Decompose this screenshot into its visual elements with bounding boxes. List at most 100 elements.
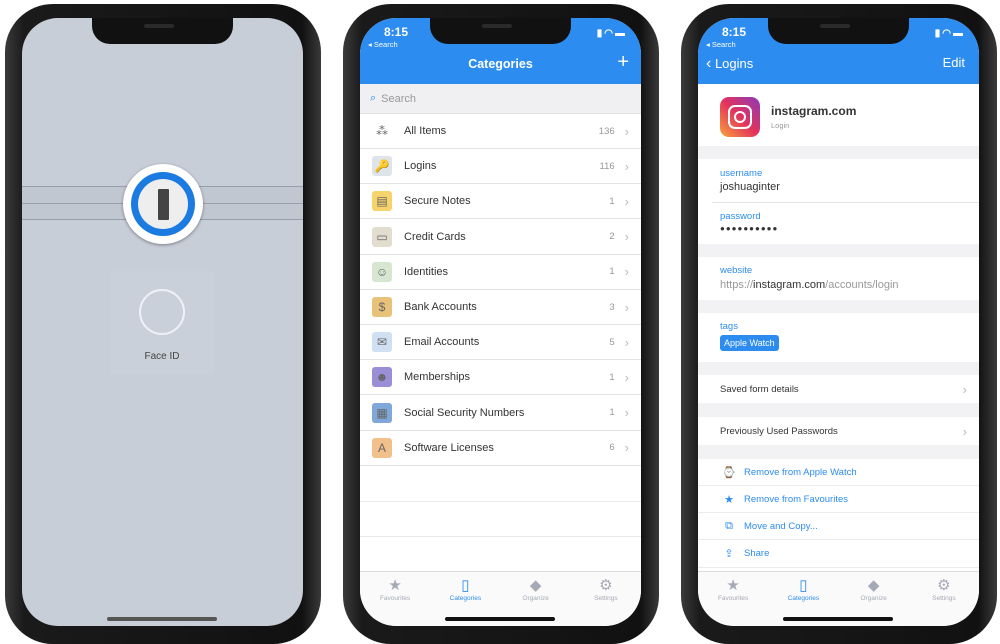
back-button[interactable]: ‹ Logins (706, 55, 753, 73)
tags-section: tags Apple Watch (698, 313, 979, 362)
notch (430, 18, 571, 44)
category-label: Email Accounts (404, 336, 480, 349)
instagram-icon (720, 97, 760, 137)
category-row[interactable]: ▦ Social Security Numbers 1 › (360, 396, 641, 431)
password-value[interactable]: ●●●●●●●●●● (720, 224, 778, 233)
login-icon: 🔑 (372, 156, 392, 177)
back-to-search[interactable]: ◂ Search (706, 40, 736, 49)
credentials-section: username joshuaginter password ●●●●●●●●●… (698, 159, 979, 244)
action-row[interactable]: ⧉ Move and Copy... (698, 513, 979, 541)
phone-detail: 8:15 ◂ Search ▮◠▬ ‹ Logins Edit instagra… (681, 4, 997, 644)
saved-form-label: Saved form details (720, 383, 799, 395)
face-id-button[interactable]: Face ID (110, 271, 214, 374)
ssn-icon: ▦ (372, 402, 392, 423)
credit-card-icon: ▭ (372, 226, 392, 247)
category-row[interactable]: ✉ Email Accounts 5 › (360, 325, 641, 361)
category-count: 3 (609, 301, 615, 313)
phone-categories: 8:15 ◂ Search ▮◠▬ Categories + ⌕ Search … (343, 4, 659, 644)
chevron-right-icon: › (624, 369, 629, 385)
category-count: 116 (599, 160, 615, 172)
category-count: 1 (609, 266, 615, 278)
identity-icon: ☺ (372, 261, 392, 282)
home-indicator (783, 617, 893, 621)
website-link[interactable]: https://instagram.com/accounts/login (720, 279, 899, 291)
category-count: 5 (609, 336, 615, 348)
tab-label: Categories (787, 595, 820, 602)
category-count: 6 (609, 442, 615, 454)
category-row[interactable]: ☻ Memberships 1 › (360, 360, 641, 396)
face-id-circle-icon (139, 289, 185, 335)
chevron-right-icon: › (624, 123, 629, 139)
action-label: Remove from Apple Watch (744, 466, 857, 478)
action-row[interactable]: ⇪ Share (698, 541, 979, 568)
saved-form-details-row[interactable]: Saved form details › (698, 375, 979, 403)
categories-icon: ▯ (799, 577, 808, 594)
status-time: 8:15 (384, 25, 409, 39)
bank-icon: $ (372, 297, 392, 317)
categories-icon: ▯ (461, 577, 470, 594)
tags-label: tags (720, 321, 738, 332)
tag-icon: ◆ (867, 577, 880, 594)
add-button[interactable]: + (617, 51, 629, 74)
edit-button[interactable]: Edit (943, 55, 965, 70)
category-row[interactable]: ▭ Credit Cards 2 › (360, 220, 641, 255)
detail-screen: 8:15 ◂ Search ▮◠▬ ‹ Logins Edit instagra… (698, 18, 979, 626)
notch (92, 18, 233, 44)
category-row[interactable]: ⁂ All Items 136 › (360, 114, 641, 149)
home-indicator (107, 617, 217, 621)
chevron-right-icon: › (624, 405, 629, 421)
category-label: Software Licenses (404, 441, 494, 454)
tab-settings[interactable]: ⚙ Settings (909, 572, 979, 626)
tab-settings[interactable]: ⚙ Settings (571, 572, 641, 626)
website-label: website (720, 265, 753, 276)
search-bar[interactable]: ⌕ Search (360, 84, 641, 114)
home-indicator (445, 617, 555, 621)
previous-passwords-label: Previously Used Passwords (720, 425, 838, 437)
tag-icon: ◆ (529, 577, 542, 594)
url-host: instagram.com (753, 279, 826, 291)
onepassword-logo-icon[interactable] (123, 164, 203, 244)
tab-favourites[interactable]: ★ Favourites (360, 572, 430, 626)
category-row[interactable]: $ Bank Accounts 3 › (360, 290, 641, 325)
website-section: website https://instagram.com/accounts/l… (698, 257, 979, 300)
action-row[interactable]: ⌚ Remove from Apple Watch (698, 459, 979, 486)
category-label: Social Security Numbers (404, 406, 525, 419)
category-label: Credit Cards (404, 230, 466, 243)
category-count: 1 (609, 407, 615, 419)
divider (712, 202, 979, 203)
action-row[interactable]: ★ Remove from Favourites (698, 486, 979, 514)
search-icon: ⌕ (370, 92, 377, 104)
empty-row-divider (360, 536, 641, 537)
chevron-right-icon: › (624, 334, 629, 350)
all-items-icon: ⁂ (372, 121, 392, 141)
categories-screen: 8:15 ◂ Search ▮◠▬ Categories + ⌕ Search … (360, 18, 641, 626)
category-label: Secure Notes (404, 195, 471, 208)
tag-badge[interactable]: Apple Watch (720, 335, 779, 351)
chevron-right-icon: › (624, 193, 629, 209)
previous-passwords-row[interactable]: Previously Used Passwords › (698, 417, 979, 445)
status-icons: ▮◠▬ (596, 28, 627, 39)
username-value[interactable]: joshuaginter (720, 181, 780, 193)
category-row[interactable]: A Software Licenses 6 › (360, 431, 641, 466)
status-icons: ▮◠▬ (934, 28, 965, 39)
category-label: Identities (404, 265, 449, 278)
back-to-search[interactable]: ◂ Search (368, 40, 398, 49)
tab-favourites[interactable]: ★ Favourites (698, 572, 768, 626)
username-label: username (720, 168, 763, 179)
nav-bar: 8:15 ◂ Search ▮◠▬ Categories + (360, 18, 641, 84)
category-label: Logins (404, 160, 437, 173)
chevron-right-icon: › (624, 158, 629, 174)
category-row[interactable]: ▤ Secure Notes 1 › (360, 184, 641, 220)
category-row[interactable]: 🔑 Logins 116 › (360, 149, 641, 185)
search-input[interactable]: Search (381, 93, 416, 105)
item-header: instagram.com Login (698, 84, 979, 146)
chevron-right-icon: › (962, 423, 967, 439)
action-label: Share (744, 548, 770, 560)
apple-watch-icon: ⌚ (722, 466, 736, 479)
note-icon: ▤ (372, 191, 392, 212)
face-id-label: Face ID (144, 351, 180, 362)
category-row[interactable]: ☺ Identities 1 › (360, 255, 641, 290)
item-type: Login (771, 121, 790, 130)
tab-label: Settings (594, 595, 618, 602)
category-count: 1 (609, 195, 615, 207)
